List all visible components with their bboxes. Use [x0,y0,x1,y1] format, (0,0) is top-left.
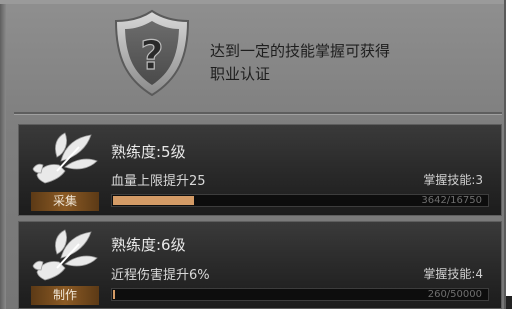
leaf-hand-icon [32,132,98,184]
certification-hint: 达到一定的技能掌握可获得 职业认证 [210,40,450,86]
edge-strip [506,0,514,309]
skill-mastery: 掌握技能:3 [423,173,483,187]
progress-bar: 3642/16750 [111,194,489,207]
progress-count: 3642/16750 [421,195,482,206]
skill-tag: 采集 [31,192,99,211]
progress-fill [113,290,115,299]
hint-line-1: 达到一定的技能掌握可获得 [210,42,391,60]
skill-card-gathering[interactable]: 采集 熟练度:5级 血量上限提升25 掌握技能:3 3642/16750 [18,124,502,216]
edge-mark [506,296,512,309]
skill-mastery: 掌握技能:4 [423,267,483,281]
skill-bonus: 近程伤害提升6% [111,268,210,283]
leaf-hand-icon [32,229,98,281]
skill-bonus: 血量上限提升25 [111,174,206,189]
shield-question-icon: ? [114,9,190,97]
skill-level: 熟练度:6级 [111,236,186,254]
progress-count: 260/50000 [427,289,482,300]
skill-level: 熟练度:5级 [111,143,186,161]
skill-tag: 制作 [31,286,99,305]
skill-card-crafting[interactable]: 制作 熟练度:6级 近程伤害提升6% 掌握技能:4 260/50000 [18,221,502,309]
svg-text:?: ? [140,33,163,79]
progress-bar: 260/50000 [111,288,489,301]
hint-line-2: 职业认证 [210,65,271,83]
divider [14,112,502,115]
progress-fill [113,196,194,205]
